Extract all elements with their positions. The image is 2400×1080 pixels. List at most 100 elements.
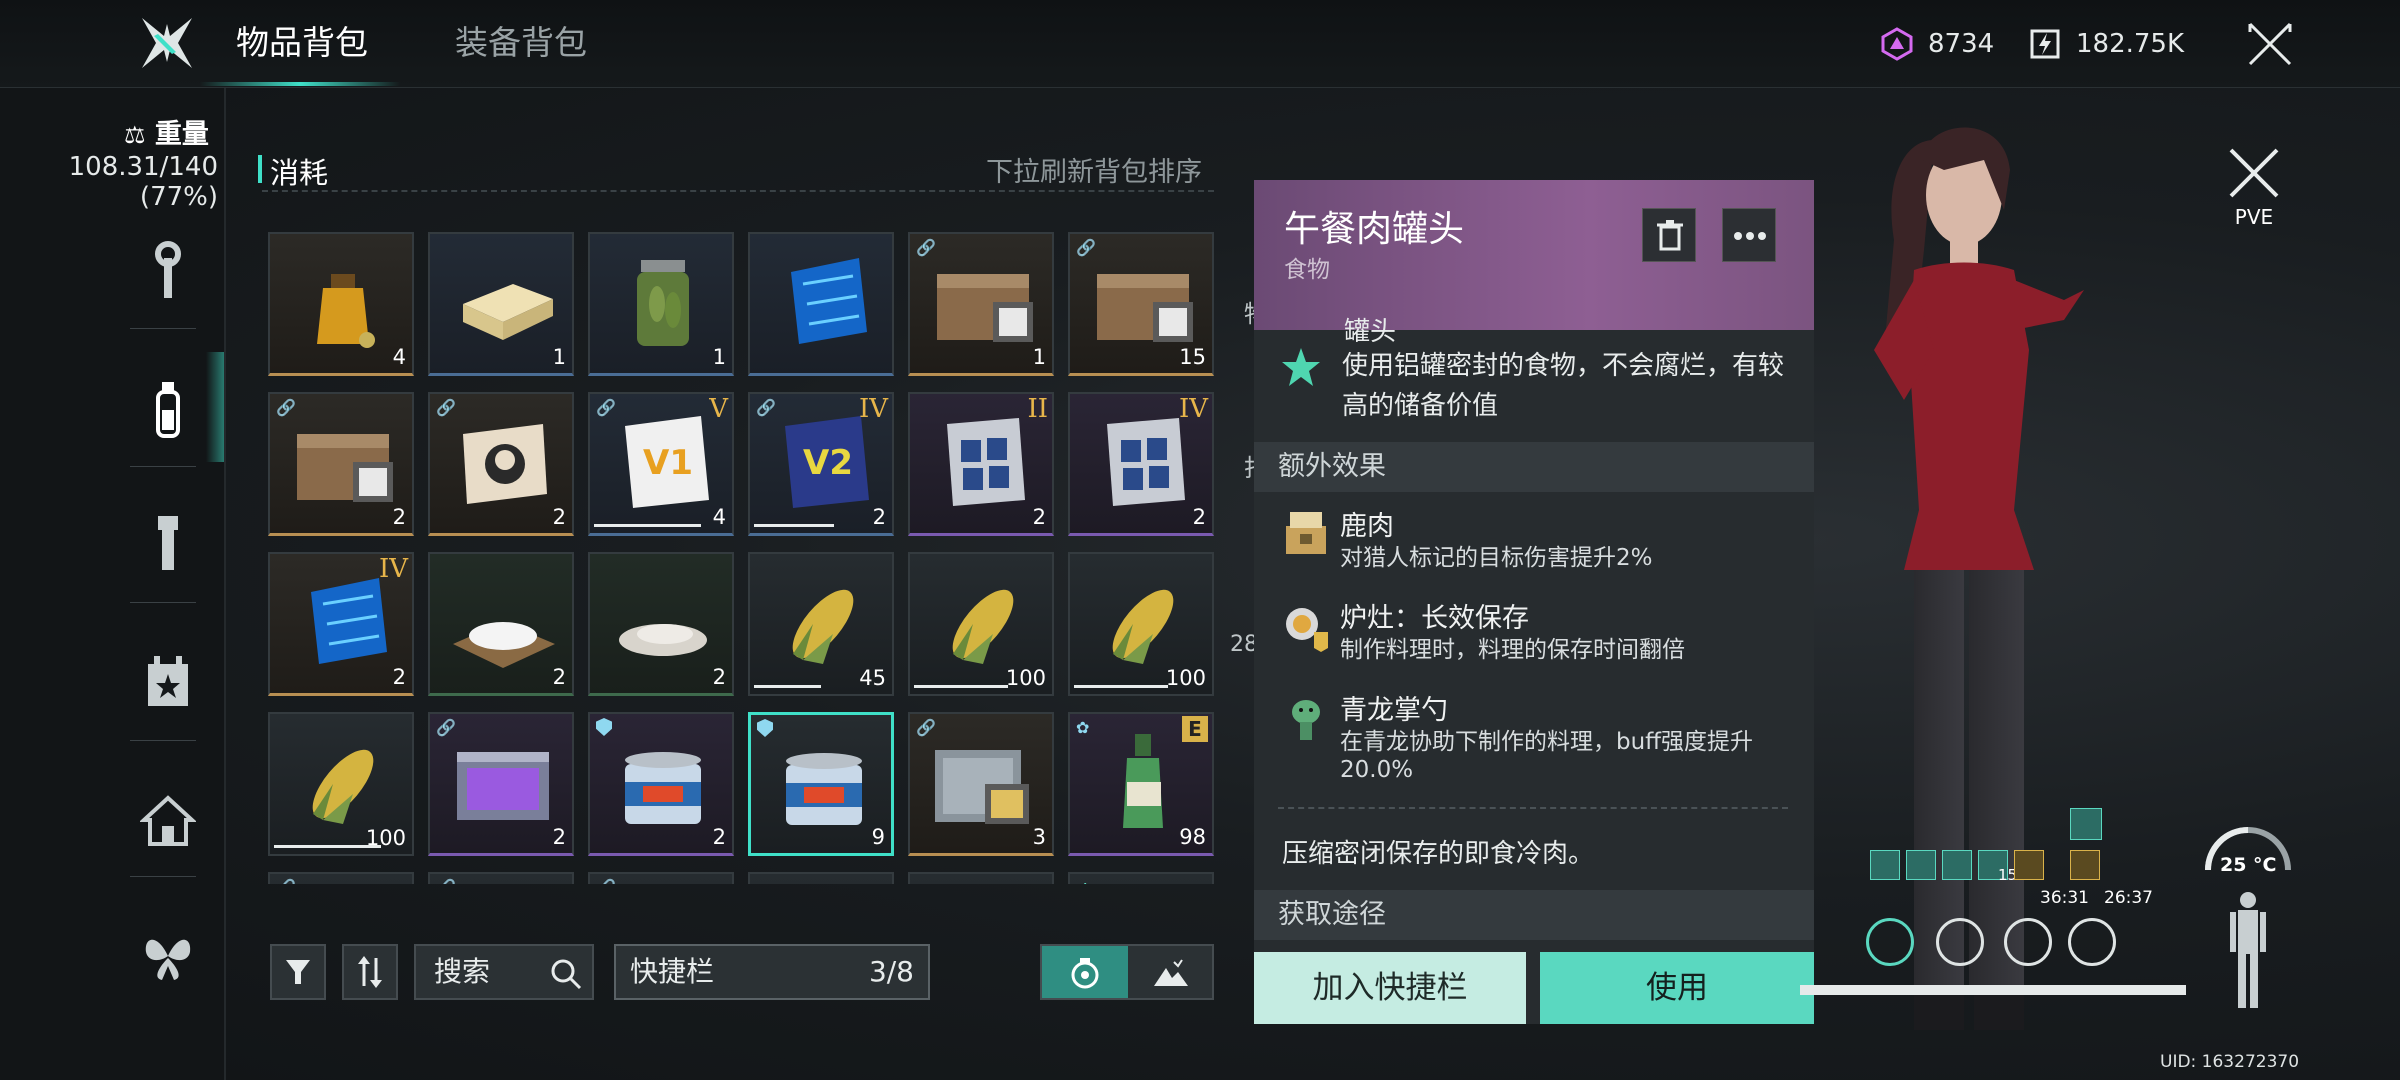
item-count: 2 <box>392 505 406 529</box>
section-title: 消耗 <box>270 156 329 190</box>
inventory-slot[interactable]: 🔗 <box>268 872 414 884</box>
inventory-slot-corn[interactable]: 100 <box>908 552 1054 696</box>
island-icon[interactable] <box>1152 956 1190 990</box>
more-options-button[interactable] <box>1722 208 1776 262</box>
hunger-status-icon[interactable] <box>2068 918 2116 966</box>
inventory-slot-pickle-jar[interactable]: 1 <box>588 232 734 376</box>
bound-link-icon: 🔗 <box>436 398 456 417</box>
search-input[interactable]: 搜索 <box>414 944 594 1000</box>
inventory-slot-card-v2[interactable]: V2 🔗 IV 2 <box>748 392 894 536</box>
body-silhouette-icon[interactable] <box>2228 890 2268 1010</box>
durability-bar <box>754 685 821 688</box>
inventory-slot-card-v1[interactable]: V1 🔗 V 4 <box>588 392 734 536</box>
flashlight-icon[interactable] <box>140 512 196 574</box>
svg-text:V1: V1 <box>643 443 693 483</box>
inventory-slot-supply-crate[interactable]: 🔗 15 <box>1068 232 1214 376</box>
coin-count: 182.75K <box>2076 29 2185 59</box>
inventory-slot[interactable] <box>908 872 1054 884</box>
ticket-icon <box>463 424 547 504</box>
inventory-slot-supply-crate[interactable]: 🔗 1 <box>908 232 1054 376</box>
item-count: 100 <box>365 826 406 850</box>
rail-divider <box>130 876 196 877</box>
badge-icon[interactable] <box>1068 956 1102 990</box>
inventory-slot-ticket[interactable]: 🔗 2 <box>428 392 574 536</box>
gear-buff-icon[interactable] <box>1942 850 1972 880</box>
stamina-status-icon[interactable] <box>1866 918 1914 966</box>
stove-icon <box>1286 608 1328 652</box>
item-count: 2 <box>552 825 566 849</box>
food-buff-icon[interactable] <box>2014 850 2044 880</box>
inventory-slot-corn[interactable]: 100 <box>268 712 414 856</box>
inventory-slot-corn[interactable]: 45 <box>748 552 894 696</box>
inventory-slot[interactable]: 🔗 <box>588 872 734 884</box>
inventory-slot-oil-bottle[interactable]: 4 <box>268 232 414 376</box>
extra-effects-header: 额外效果 <box>1254 442 1814 492</box>
inventory-slot-salt[interactable]: 2 <box>428 552 574 696</box>
item-count: 2 <box>1032 505 1046 529</box>
bound-link-icon: 🔗 <box>436 718 456 737</box>
weight-label: ⚖ 重量 <box>124 119 209 150</box>
coin-currency: 182.75K <box>2028 22 2184 66</box>
weight-value: 108.31/140 (77%) <box>60 152 218 212</box>
buff-bug-icon[interactable] <box>2070 808 2102 840</box>
effect-desc: 制作料理时，料理的保存时间翻倍 <box>1340 637 1685 663</box>
view-toggle[interactable] <box>1040 944 1214 1000</box>
sort-icon <box>358 956 382 988</box>
wrench-icon[interactable] <box>140 240 196 302</box>
filter-button[interactable] <box>270 944 326 1000</box>
star-calendar-icon[interactable] <box>140 652 196 714</box>
inventory-slot-chip-pack[interactable]: IV 2 <box>1068 392 1214 536</box>
item-count: 1 <box>712 345 726 369</box>
tab-item-bag[interactable]: 物品背包 <box>236 18 368 68</box>
inventory-slot-blue-chip-card[interactable] <box>748 232 894 376</box>
use-button[interactable]: 使用 <box>1540 952 1814 1024</box>
add-to-quickbar-button[interactable]: 加入快捷栏 <box>1254 952 1526 1024</box>
inventory-slot-supply-crate[interactable]: 🔗 2 <box>268 392 414 536</box>
tier-label: II <box>1027 394 1048 424</box>
pve-mode[interactable]: PVE <box>2224 146 2284 229</box>
water-buff-icon[interactable] <box>1906 850 1936 880</box>
corn-icon <box>312 749 374 824</box>
item-count: 98 <box>1179 825 1206 849</box>
tier-label: IV <box>1178 394 1208 424</box>
item-count: 100 <box>1165 666 1206 690</box>
section-accent-bar <box>258 155 262 183</box>
inventory-slot-corn[interactable]: 100 <box>1068 552 1214 696</box>
inventory-slot-spam-can[interactable]: 2 <box>588 712 734 856</box>
quickbar-selector[interactable]: 快捷栏 3/8 <box>614 944 930 1000</box>
item-count: 2 <box>712 825 726 849</box>
inventory-slot-metal-crate[interactable]: 🔗 3 <box>908 712 1054 856</box>
tab-equipment-bag[interactable]: 装备背包 <box>455 18 587 68</box>
butterfly-icon[interactable] <box>140 926 196 988</box>
inventory-slot[interactable]: + <box>1068 872 1214 884</box>
deer-meat-icon <box>1286 512 1326 554</box>
inventory-slot-purple-crate[interactable]: 🔗 2 <box>428 712 574 856</box>
gem-count: 8734 <box>1928 29 1995 59</box>
inventory-slot[interactable]: 🔗 <box>428 872 574 884</box>
item-count: 4 <box>392 345 406 369</box>
more-dots-icon <box>1734 232 1766 240</box>
item-title: 午餐肉罐头 <box>1284 209 1465 250</box>
inventory-slot-tofu[interactable]: 1 <box>428 232 574 376</box>
shield-buff-icon[interactable] <box>1870 850 1900 880</box>
hydration-status-icon[interactable] <box>2004 918 2052 966</box>
ration-buff-icon[interactable] <box>2070 850 2100 880</box>
home-icon[interactable] <box>140 790 196 852</box>
search-icon <box>551 959 582 990</box>
inventory-slot-spam-can[interactable]: 9 <box>748 712 894 856</box>
inventory-slot-flour[interactable]: 2 <box>588 552 734 696</box>
sort-button[interactable] <box>342 944 398 1000</box>
inventory-slot-soju-bottle[interactable]: ✿ E 98 <box>1068 712 1214 856</box>
rail-divider <box>130 466 196 467</box>
inventory-slot[interactable] <box>748 872 894 884</box>
delete-button[interactable] <box>1642 208 1696 262</box>
bottle-icon[interactable] <box>140 378 196 440</box>
durability-bar <box>754 524 835 527</box>
svg-text:V2: V2 <box>803 443 853 483</box>
mood-status-icon[interactable] <box>1936 918 1984 966</box>
inventory-slot-blue-chip-card[interactable]: IV 2 <box>268 552 414 696</box>
close-icon[interactable] <box>2244 18 2296 70</box>
chip-pack-icon <box>947 418 1025 506</box>
inventory-slot-chip-pack[interactable]: II 2 <box>908 392 1054 536</box>
tier-label: IV <box>378 554 408 584</box>
